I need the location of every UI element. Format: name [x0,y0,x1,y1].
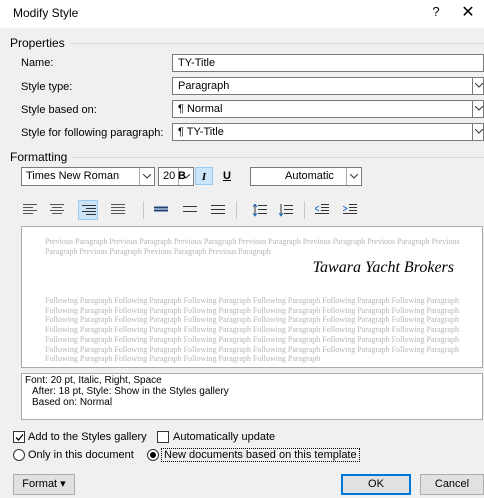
chevron-down-icon[interactable] [139,168,154,185]
radio-selected-dot [150,452,156,458]
style-following-label: Style for following paragraph: [21,127,164,139]
style-preview-pane: Previous Paragraph Previous Paragraph Pr… [21,226,483,368]
sample-text: Tawara Yacht Brokers [312,259,454,276]
only-this-document-label[interactable]: Only in this document [28,449,134,461]
chevron-down-icon[interactable] [472,77,484,95]
justify-icon[interactable] [108,200,128,220]
add-to-gallery-checkbox[interactable] [13,431,25,443]
increase-indent-icon[interactable] [340,200,360,220]
only-this-document-radio[interactable] [13,449,25,461]
toolbar-separator [304,201,305,219]
font-select[interactable]: Times New Roman [21,167,155,186]
toolbar-separator [143,201,144,219]
add-to-gallery-label[interactable]: Add to the Styles gallery [28,431,147,443]
formatting-divider [72,157,484,158]
font-color-value: Automatic [285,170,334,182]
bold-button-label[interactable]: B [173,167,191,185]
description-line-2: After: 18 pt, Style: Show in the Styles … [32,386,229,397]
new-documents-label[interactable]: New documents based on this template [161,448,360,462]
description-line-3: Based on: Normal [32,397,113,408]
following-paragraph-text: Following Paragraph Following Paragraph … [45,296,459,364]
properties-divider [70,43,484,44]
name-field[interactable]: TY-Title [172,54,484,72]
format-button[interactable]: Format ▾ [13,474,75,495]
modify-style-dialog: Modify Style ? ✕ Properties Name: TY-Tit… [0,0,484,498]
previous-paragraph-text: Previous Paragraph Previous Paragraph Pr… [45,237,460,256]
cancel-button[interactable]: Cancel [420,474,484,495]
auto-update-checkbox[interactable] [157,431,169,443]
formatting-section-label: Formatting [10,150,68,164]
single-spacing-icon[interactable] [151,200,171,220]
double-spacing-icon[interactable] [208,200,228,220]
one-half-spacing-icon[interactable] [180,200,200,220]
toolbar-separator [236,201,237,219]
italic-button[interactable]: I [195,167,213,185]
chevron-down-icon[interactable] [472,123,484,141]
style-following-value: ¶ TY-Title [178,126,224,138]
dialog-title: Modify Style [13,6,79,20]
title-bar: Modify Style ? ✕ [0,0,484,28]
chevron-down-icon[interactable] [472,100,484,118]
help-button[interactable]: ? [428,4,444,19]
name-value: TY-Title [178,57,216,69]
chevron-down-icon[interactable] [346,168,361,185]
style-based-on-value: ¶ Normal [178,103,223,115]
description-line-1: Font: 20 pt, Italic, Right, Space [25,375,162,386]
align-right-icon[interactable] [78,200,98,220]
style-based-on-select[interactable]: ¶ Normal [172,100,484,118]
name-label: Name: [21,57,54,69]
underline-button[interactable]: U [218,167,236,185]
style-type-select[interactable]: Paragraph [172,77,484,95]
space-before-icon[interactable] [250,200,270,220]
properties-section-label: Properties [10,36,65,50]
font-value: Times New Roman [26,170,120,182]
auto-update-label[interactable]: Automatically update [173,431,275,443]
close-button[interactable]: ✕ [459,2,477,22]
ok-button[interactable]: OK [341,474,411,495]
align-center-icon[interactable] [47,200,67,220]
style-type-value: Paragraph [178,80,230,92]
font-color-select[interactable]: Automatic [250,167,362,186]
decrease-indent-icon[interactable] [312,200,332,220]
align-left-icon[interactable] [20,200,40,220]
style-type-label: Style type: [21,81,73,93]
style-following-select[interactable]: ¶ TY-Title [172,123,484,141]
space-after-icon[interactable] [276,200,296,220]
style-based-on-label: Style based on: [21,104,97,116]
new-documents-radio[interactable] [147,449,159,461]
style-description: Font: 20 pt, Italic, Right, Space After:… [21,373,483,420]
